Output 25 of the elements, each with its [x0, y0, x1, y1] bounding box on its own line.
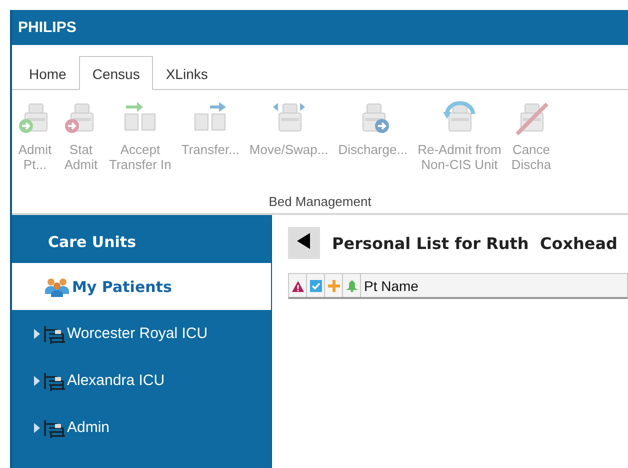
sidebar-item[interactable]: My Patients	[12, 263, 271, 310]
people-icon	[44, 276, 70, 296]
checkbox-icon[interactable]	[310, 280, 322, 292]
back-button[interactable]	[288, 227, 320, 259]
expander-icon[interactable]	[34, 376, 40, 386]
list-title: Personal List for Ruth Coxhead	[332, 234, 618, 252]
expander-icon[interactable]	[34, 422, 40, 432]
bell-icon[interactable]	[346, 280, 358, 292]
tab[interactable]: Census	[79, 56, 153, 90]
sidebar-item[interactable]: Worcester Royal ICU	[12, 310, 271, 357]
bed-icon	[43, 418, 67, 438]
tab[interactable]: XLinks	[152, 56, 221, 90]
bed-icon	[43, 324, 67, 344]
window-title: PHILIPS	[18, 19, 76, 36]
bed-icon	[43, 370, 67, 390]
bed-icon	[513, 100, 550, 136]
sidebar-item[interactable]: Admin	[12, 404, 271, 451]
group-label: Bed Management	[268, 194, 372, 209]
triangle-icon	[297, 232, 311, 248]
tab[interactable]: Home	[16, 56, 80, 90]
sidebar-item[interactable]: Alexandra ICU	[12, 357, 271, 404]
warning-icon[interactable]	[292, 280, 304, 292]
sidebar-header: Care Units	[47, 233, 138, 253]
column-header[interactable]: Pt Name	[361, 274, 627, 297]
expander-icon[interactable]	[34, 328, 40, 338]
